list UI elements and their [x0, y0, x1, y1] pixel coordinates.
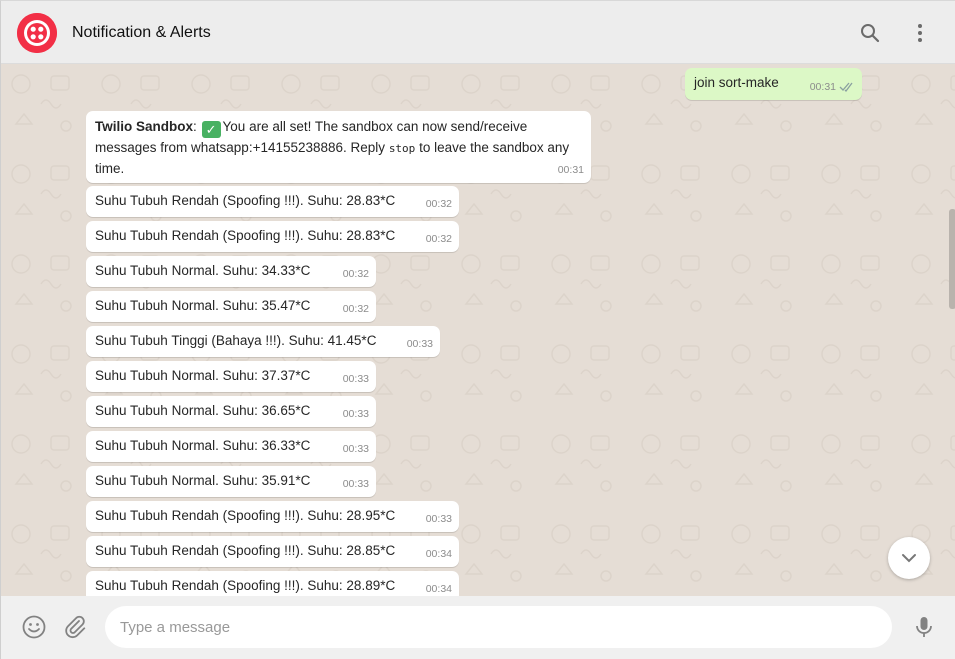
message-text: Suhu Tubuh Normal. Suhu: 36.65*C	[95, 403, 311, 418]
more-vertical-icon[interactable]	[908, 21, 932, 45]
incoming-message[interactable]: Suhu Tubuh Normal. Suhu: 35.91*C 00:33	[86, 466, 376, 497]
code-stop: stop	[388, 142, 416, 155]
sender-name: Twilio Sandbox	[95, 119, 194, 134]
incoming-message[interactable]: Suhu Tubuh Rendah (Spoofing !!!). Suhu: …	[86, 571, 459, 596]
message-time: 00:32	[425, 233, 452, 245]
incoming-message[interactable]: Suhu Tubuh Normal. Suhu: 36.33*C 00:33	[86, 431, 376, 462]
check-mark-icon: ✓	[201, 121, 221, 138]
message-input[interactable]	[105, 606, 892, 648]
incoming-message[interactable]: Suhu Tubuh Rendah (Spoofing !!!). Suhu: …	[86, 221, 459, 252]
scroll-down-button[interactable]	[888, 537, 930, 579]
incoming-message[interactable]: Suhu Tubuh Normal. Suhu: 37.37*C 00:33	[86, 361, 376, 392]
message-text: Suhu Tubuh Normal. Suhu: 35.47*C	[95, 298, 311, 313]
welcome-text: Twilio Sandbox: ✓ You are all set! The sa…	[95, 119, 570, 176]
incoming-message[interactable]: Suhu Tubuh Rendah (Spoofing !!!). Suhu: …	[86, 501, 459, 532]
microphone-icon[interactable]	[911, 614, 937, 640]
message-time: 00:32	[342, 303, 369, 315]
message-time: 00:33	[342, 478, 369, 490]
message-time: 00:32	[425, 198, 452, 210]
incoming-message[interactable]: Suhu Tubuh Tinggi (Bahaya !!!). Suhu: 41…	[86, 326, 440, 357]
message-time: 00:33	[342, 373, 369, 385]
twilio-logo-icon[interactable]	[17, 13, 57, 53]
chat-header: Notification & Alerts	[1, 1, 955, 64]
read-ticks-icon	[839, 82, 853, 93]
message-time: 00:33	[342, 443, 369, 455]
chat-title[interactable]: Notification & Alerts	[72, 24, 211, 42]
message-list[interactable]: join sort-make 00:31 Twilio Sandbox: ✓ Yo…	[1, 64, 955, 596]
message-text: Suhu Tubuh Rendah (Spoofing !!!). Suhu: …	[95, 543, 396, 558]
emoji-icon[interactable]	[21, 614, 47, 640]
search-icon[interactable]	[858, 21, 882, 45]
message-text: Suhu Tubuh Normal. Suhu: 35.91*C	[95, 473, 311, 488]
incoming-message[interactable]: Suhu Tubuh Rendah (Spoofing !!!). Suhu: …	[86, 186, 459, 217]
message-time: 00:31	[810, 77, 855, 97]
scrollbar[interactable]	[949, 209, 955, 309]
message-text: Suhu Tubuh Normal. Suhu: 37.37*C	[95, 368, 311, 383]
message-text: Suhu Tubuh Normal. Suhu: 34.33*C	[95, 263, 311, 278]
message-time: 00:33	[342, 408, 369, 420]
message-text: Suhu Tubuh Rendah (Spoofing !!!). Suhu: …	[95, 508, 396, 523]
message-text: Suhu Tubuh Rendah (Spoofing !!!). Suhu: …	[95, 193, 396, 208]
message-time: 00:34	[425, 548, 452, 560]
message-time: 00:32	[342, 268, 369, 280]
message-time: 00:31	[557, 164, 584, 176]
message-time: 00:33	[406, 338, 433, 350]
message-text: join sort-make	[694, 75, 779, 90]
incoming-message[interactable]: Suhu Tubuh Normal. Suhu: 35.47*C 00:32	[86, 291, 376, 322]
message-time: 00:33	[425, 513, 452, 525]
welcome-message[interactable]: Twilio Sandbox: ✓ You are all set! The sa…	[86, 111, 591, 183]
incoming-message[interactable]: Suhu Tubuh Normal. Suhu: 36.65*C 00:33	[86, 396, 376, 427]
outgoing-message[interactable]: join sort-make 00:31	[685, 68, 862, 100]
paperclip-icon[interactable]	[62, 614, 88, 640]
chevron-down-icon	[902, 554, 916, 563]
message-text: Suhu Tubuh Rendah (Spoofing !!!). Suhu: …	[95, 578, 396, 593]
message-time: 00:34	[425, 583, 452, 595]
incoming-message[interactable]: Suhu Tubuh Rendah (Spoofing !!!). Suhu: …	[86, 536, 459, 567]
message-text: Suhu Tubuh Normal. Suhu: 36.33*C	[95, 438, 311, 453]
composer-bar	[1, 596, 955, 659]
whatsapp-chat-window: Notification & Alerts join sort-make 00:…	[0, 0, 955, 659]
incoming-message[interactable]: Suhu Tubuh Normal. Suhu: 34.33*C 00:32	[86, 256, 376, 287]
message-text: Suhu Tubuh Rendah (Spoofing !!!). Suhu: …	[95, 228, 396, 243]
message-text: Suhu Tubuh Tinggi (Bahaya !!!). Suhu: 41…	[95, 333, 377, 348]
